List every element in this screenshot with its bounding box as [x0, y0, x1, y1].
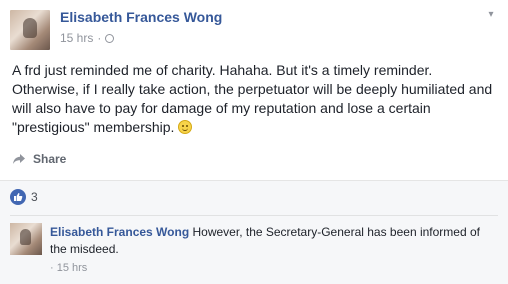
post-author-name[interactable]: Elisabeth Frances Wong	[60, 9, 222, 25]
smiley-icon	[178, 120, 193, 134]
share-button[interactable]: Share	[12, 152, 66, 166]
post-timestamp[interactable]: 15 hrs	[60, 31, 93, 45]
like-summary[interactable]: 3	[10, 189, 38, 205]
comment-timestamp[interactable]: 15 hrs	[57, 262, 88, 274]
post-meta: 15 hrs ·	[60, 31, 115, 45]
comment: Elisabeth Frances Wong However, the Secr…	[50, 224, 498, 258]
facebook-post: Elisabeth Frances Wong 15 hrs · ▾ A frd …	[0, 0, 508, 284]
comment-avatar[interactable]	[10, 223, 42, 255]
divider	[10, 215, 498, 216]
post-body: A frd just reminded me of charity. Hahah…	[12, 61, 498, 137]
post-text: A frd just reminded me of charity. Hahah…	[12, 62, 493, 135]
comment-author-name[interactable]: Elisabeth Frances Wong	[50, 225, 189, 239]
globe-icon	[105, 33, 115, 43]
meta-separator: ·	[97, 31, 102, 45]
comment-meta: · 15 hrs	[50, 262, 87, 274]
share-label: Share	[33, 152, 67, 166]
author-avatar[interactable]	[10, 10, 50, 50]
share-icon	[13, 154, 25, 164]
chevron-down-icon[interactable]: ▾	[486, 10, 496, 20]
like-icon	[10, 189, 26, 205]
like-count: 3	[31, 190, 38, 204]
comment-separator: ·	[50, 262, 54, 274]
